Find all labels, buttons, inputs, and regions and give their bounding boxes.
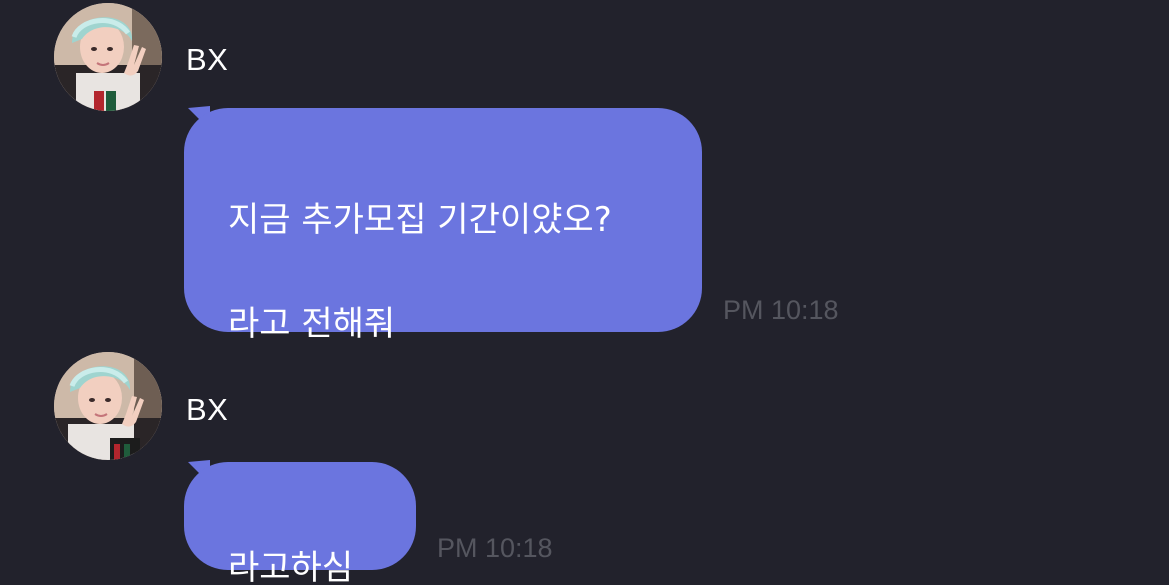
chat-conversation: BX 지금 추가모집 기간이얐오? 라고 전해줘 PM 10:18 BX 라고하… — [0, 0, 1169, 585]
profile-photo-avatar — [54, 352, 162, 460]
message-text: 라고하심 — [228, 548, 354, 585]
message-group: BX 라고하심 PM 10:18 — [0, 0, 1169, 585]
message-timestamp: PM 10:18 — [437, 533, 553, 563]
sender-avatar[interactable] — [54, 352, 162, 460]
message-bubble[interactable]: 라고하심 — [184, 462, 416, 585]
sender-name: BX — [186, 392, 229, 427]
